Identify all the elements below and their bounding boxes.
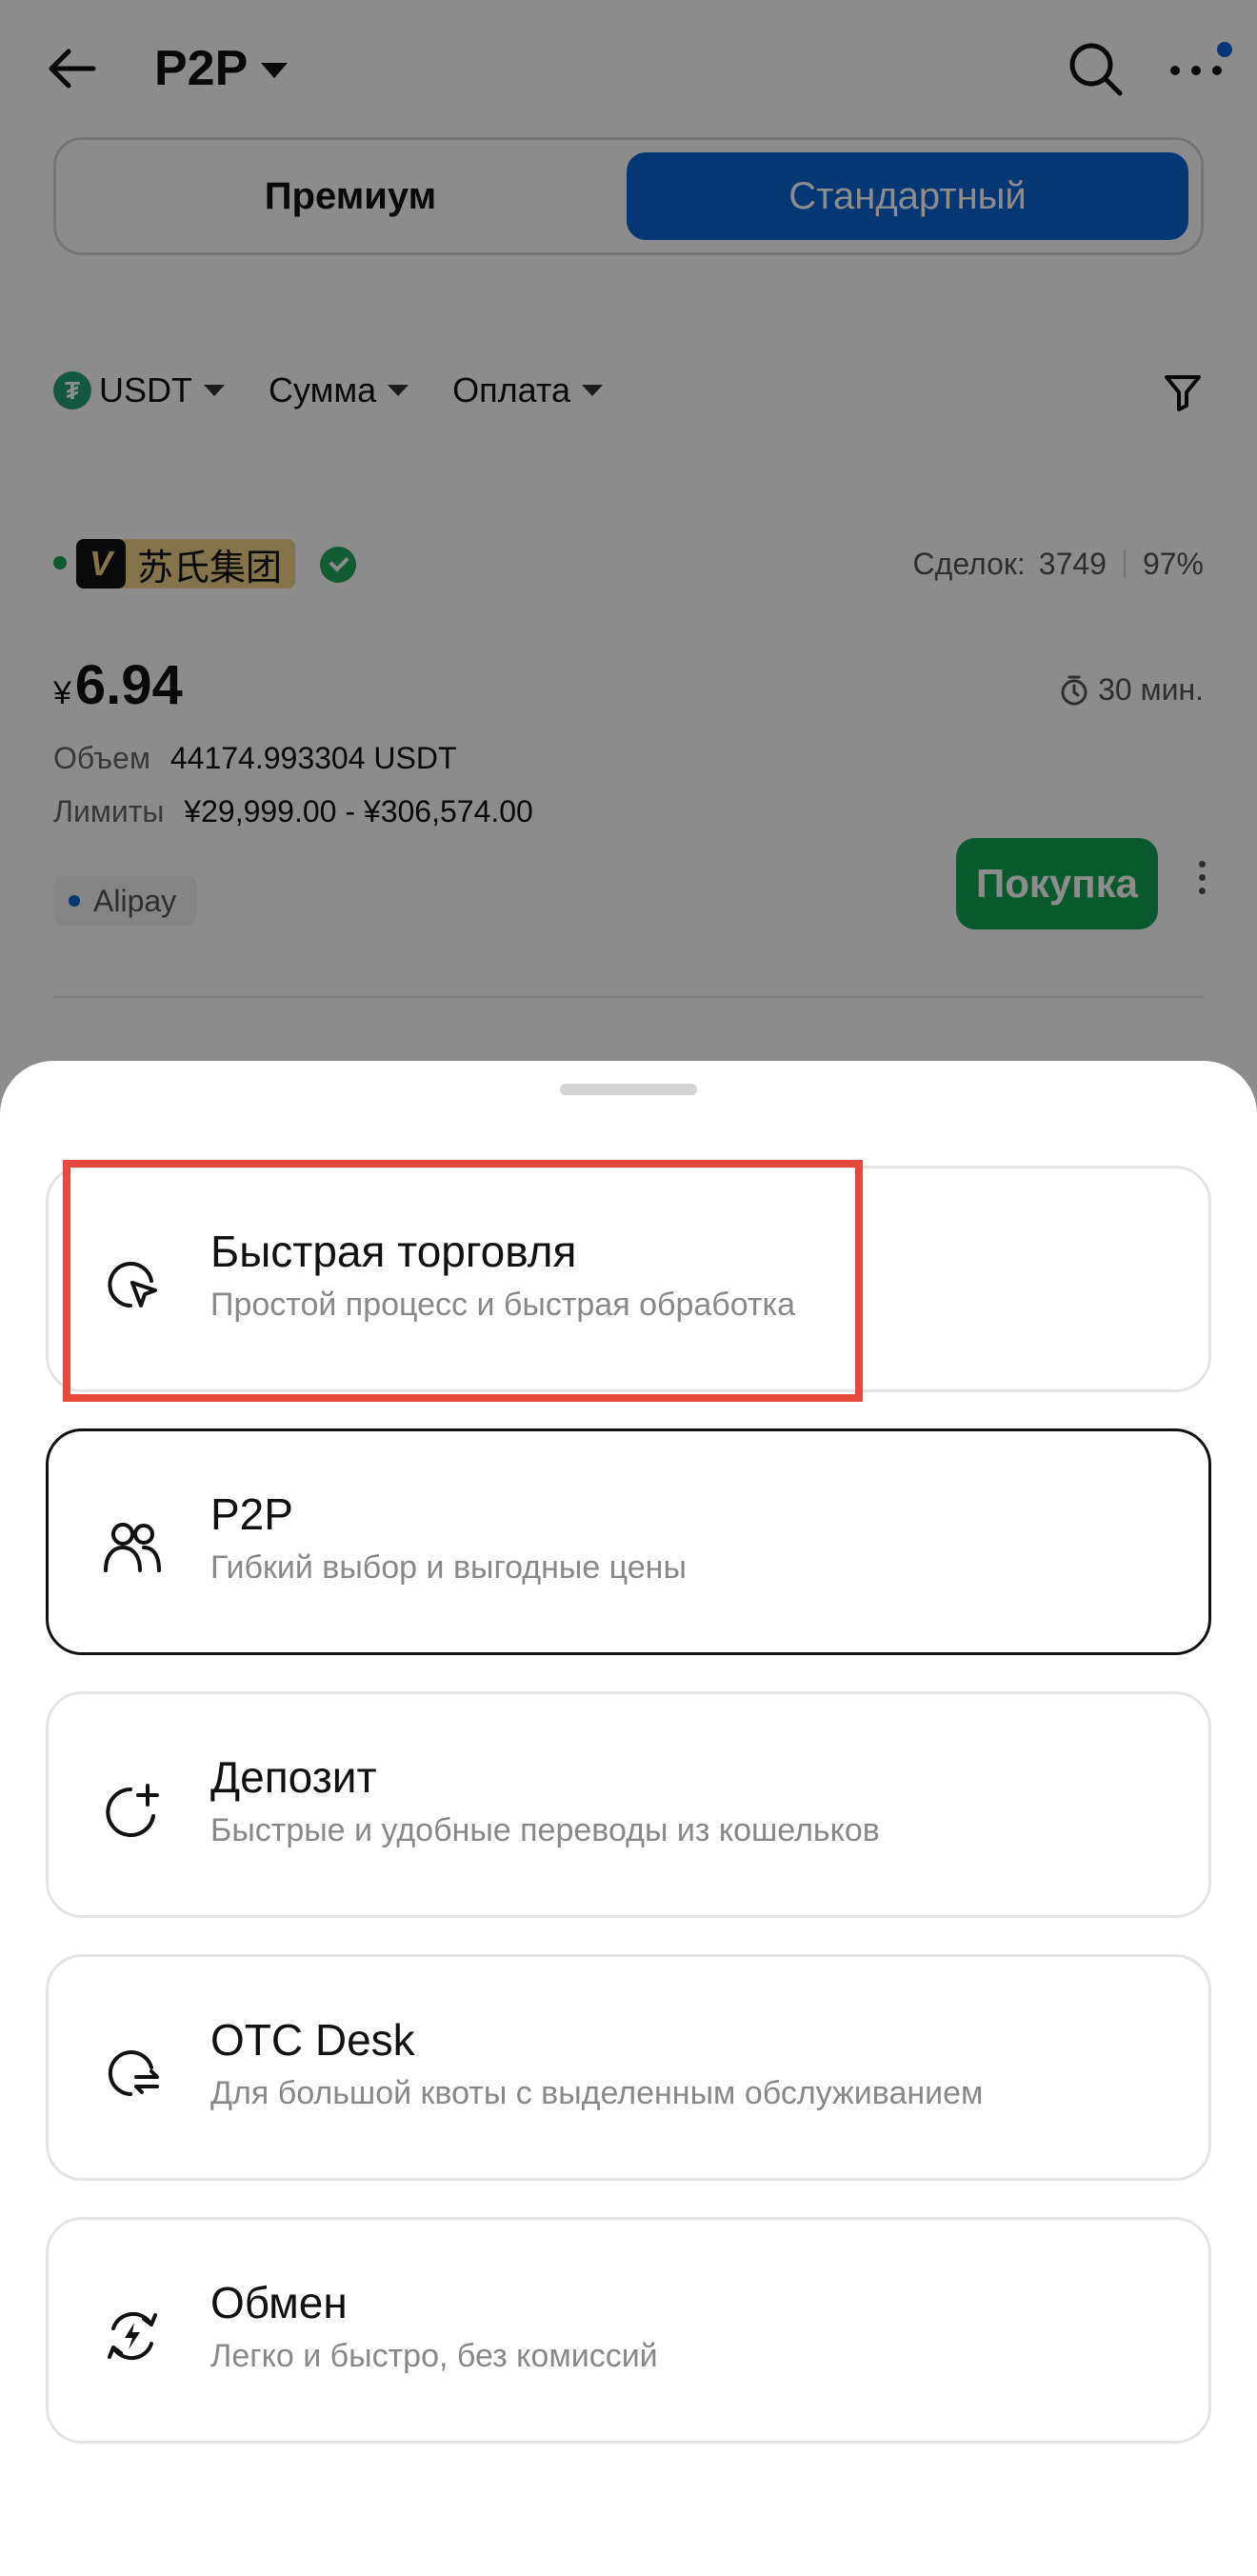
option-p2p[interactable]: P2P Гибкий выбор и выгодные цены bbox=[46, 1428, 1211, 1655]
p2p-page: P2P Премиум Стандартный ₮ USDT Сумма Опл… bbox=[0, 0, 1257, 2576]
highlight-box bbox=[63, 1160, 863, 1402]
option-subtitle: Для большой квоты с выделенным обслужива… bbox=[210, 2075, 984, 2111]
option-otc-desk[interactable]: OTC Desk Для большой квоты с выделенным … bbox=[46, 1954, 1211, 2181]
option-subtitle: Гибкий выбор и выгодные цены bbox=[210, 1549, 687, 1586]
deposit-icon bbox=[106, 1784, 159, 1837]
users-icon bbox=[104, 1523, 161, 1572]
option-exchange[interactable]: Обмен Легко и быстро, без комиссий bbox=[46, 2217, 1211, 2444]
option-subtitle: Быстрые и удобные переводы из кошельков bbox=[210, 1812, 880, 1848]
option-title: Депозит bbox=[210, 1752, 377, 1802]
option-deposit[interactable]: Депозит Быстрые и удобные переводы из ко… bbox=[46, 1691, 1211, 1918]
exchange-icon bbox=[108, 2311, 157, 2361]
option-title: OTC Desk bbox=[210, 2015, 415, 2065]
sheet-drag-handle[interactable] bbox=[560, 1084, 697, 1095]
otc-icon bbox=[108, 2050, 159, 2096]
option-subtitle: Легко и быстро, без комиссий bbox=[210, 2338, 658, 2374]
option-title: Обмен bbox=[210, 2278, 348, 2327]
option-title: P2P bbox=[210, 1489, 293, 1539]
